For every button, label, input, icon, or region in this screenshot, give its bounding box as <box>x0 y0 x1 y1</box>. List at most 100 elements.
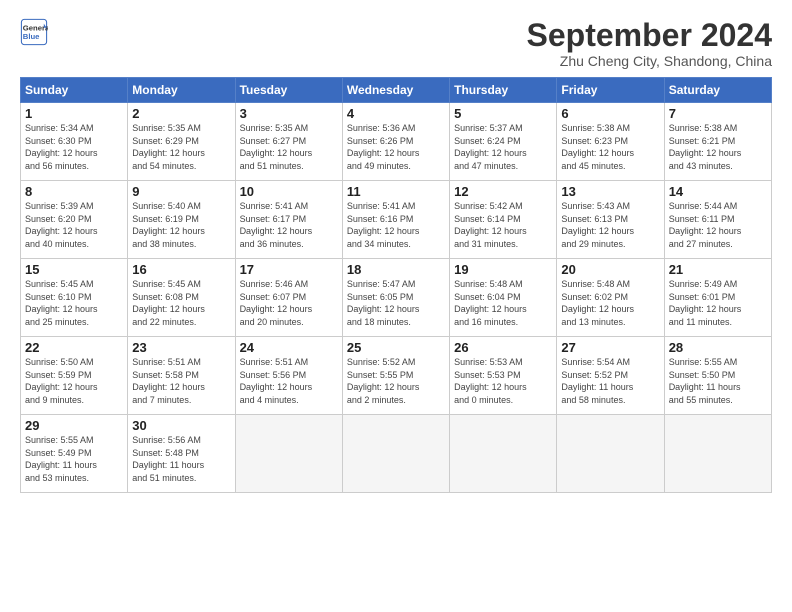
calendar-day: 26Sunrise: 5:53 AM Sunset: 5:53 PM Dayli… <box>450 337 557 415</box>
calendar-day: 30Sunrise: 5:56 AM Sunset: 5:48 PM Dayli… <box>128 415 235 493</box>
calendar-day: 12Sunrise: 5:42 AM Sunset: 6:14 PM Dayli… <box>450 181 557 259</box>
day-info: Sunrise: 5:47 AM Sunset: 6:05 PM Dayligh… <box>347 278 445 328</box>
day-info: Sunrise: 5:38 AM Sunset: 6:21 PM Dayligh… <box>669 122 767 172</box>
calendar-day <box>664 415 771 493</box>
calendar-day: 23Sunrise: 5:51 AM Sunset: 5:58 PM Dayli… <box>128 337 235 415</box>
weekday-header-friday: Friday <box>557 78 664 103</box>
calendar-week-1: 1Sunrise: 5:34 AM Sunset: 6:30 PM Daylig… <box>21 103 772 181</box>
day-number: 1 <box>25 106 123 121</box>
calendar-day: 3Sunrise: 5:35 AM Sunset: 6:27 PM Daylig… <box>235 103 342 181</box>
calendar-day: 29Sunrise: 5:55 AM Sunset: 5:49 PM Dayli… <box>21 415 128 493</box>
day-info: Sunrise: 5:51 AM Sunset: 5:56 PM Dayligh… <box>240 356 338 406</box>
day-number: 3 <box>240 106 338 121</box>
calendar-day: 14Sunrise: 5:44 AM Sunset: 6:11 PM Dayli… <box>664 181 771 259</box>
day-number: 15 <box>25 262 123 277</box>
calendar-day: 10Sunrise: 5:41 AM Sunset: 6:17 PM Dayli… <box>235 181 342 259</box>
calendar-day: 19Sunrise: 5:48 AM Sunset: 6:04 PM Dayli… <box>450 259 557 337</box>
day-info: Sunrise: 5:49 AM Sunset: 6:01 PM Dayligh… <box>669 278 767 328</box>
weekday-header-thursday: Thursday <box>450 78 557 103</box>
weekday-header-saturday: Saturday <box>664 78 771 103</box>
day-number: 25 <box>347 340 445 355</box>
calendar-week-4: 22Sunrise: 5:50 AM Sunset: 5:59 PM Dayli… <box>21 337 772 415</box>
day-info: Sunrise: 5:54 AM Sunset: 5:52 PM Dayligh… <box>561 356 659 406</box>
day-info: Sunrise: 5:55 AM Sunset: 5:49 PM Dayligh… <box>25 434 123 484</box>
day-number: 29 <box>25 418 123 433</box>
day-info: Sunrise: 5:45 AM Sunset: 6:08 PM Dayligh… <box>132 278 230 328</box>
weekday-header-tuesday: Tuesday <box>235 78 342 103</box>
month-title: September 2024 <box>527 18 772 53</box>
day-number: 18 <box>347 262 445 277</box>
calendar-day: 24Sunrise: 5:51 AM Sunset: 5:56 PM Dayli… <box>235 337 342 415</box>
day-info: Sunrise: 5:36 AM Sunset: 6:26 PM Dayligh… <box>347 122 445 172</box>
day-number: 17 <box>240 262 338 277</box>
day-number: 5 <box>454 106 552 121</box>
day-number: 30 <box>132 418 230 433</box>
calendar-day <box>450 415 557 493</box>
day-number: 16 <box>132 262 230 277</box>
calendar-day: 13Sunrise: 5:43 AM Sunset: 6:13 PM Dayli… <box>557 181 664 259</box>
calendar-day <box>557 415 664 493</box>
day-number: 2 <box>132 106 230 121</box>
day-info: Sunrise: 5:35 AM Sunset: 6:27 PM Dayligh… <box>240 122 338 172</box>
day-info: Sunrise: 5:46 AM Sunset: 6:07 PM Dayligh… <box>240 278 338 328</box>
page: General Blue General Blue September 2024… <box>0 0 792 612</box>
day-number: 6 <box>561 106 659 121</box>
day-info: Sunrise: 5:43 AM Sunset: 6:13 PM Dayligh… <box>561 200 659 250</box>
calendar-day: 17Sunrise: 5:46 AM Sunset: 6:07 PM Dayli… <box>235 259 342 337</box>
logo-icon: General Blue <box>20 18 48 46</box>
day-info: Sunrise: 5:56 AM Sunset: 5:48 PM Dayligh… <box>132 434 230 484</box>
calendar-day: 9Sunrise: 5:40 AM Sunset: 6:19 PM Daylig… <box>128 181 235 259</box>
day-number: 24 <box>240 340 338 355</box>
day-number: 21 <box>669 262 767 277</box>
weekday-header-monday: Monday <box>128 78 235 103</box>
day-info: Sunrise: 5:55 AM Sunset: 5:50 PM Dayligh… <box>669 356 767 406</box>
day-info: Sunrise: 5:41 AM Sunset: 6:16 PM Dayligh… <box>347 200 445 250</box>
day-number: 13 <box>561 184 659 199</box>
calendar-day: 15Sunrise: 5:45 AM Sunset: 6:10 PM Dayli… <box>21 259 128 337</box>
calendar-day: 21Sunrise: 5:49 AM Sunset: 6:01 PM Dayli… <box>664 259 771 337</box>
day-number: 11 <box>347 184 445 199</box>
day-number: 28 <box>669 340 767 355</box>
calendar-day: 22Sunrise: 5:50 AM Sunset: 5:59 PM Dayli… <box>21 337 128 415</box>
calendar-day: 28Sunrise: 5:55 AM Sunset: 5:50 PM Dayli… <box>664 337 771 415</box>
calendar-table: SundayMondayTuesdayWednesdayThursdayFrid… <box>20 77 772 493</box>
weekday-header-row: SundayMondayTuesdayWednesdayThursdayFrid… <box>21 78 772 103</box>
day-number: 7 <box>669 106 767 121</box>
day-number: 27 <box>561 340 659 355</box>
calendar-day: 1Sunrise: 5:34 AM Sunset: 6:30 PM Daylig… <box>21 103 128 181</box>
day-info: Sunrise: 5:48 AM Sunset: 6:02 PM Dayligh… <box>561 278 659 328</box>
day-number: 10 <box>240 184 338 199</box>
day-info: Sunrise: 5:38 AM Sunset: 6:23 PM Dayligh… <box>561 122 659 172</box>
day-info: Sunrise: 5:52 AM Sunset: 5:55 PM Dayligh… <box>347 356 445 406</box>
day-number: 8 <box>25 184 123 199</box>
day-number: 22 <box>25 340 123 355</box>
day-number: 14 <box>669 184 767 199</box>
day-info: Sunrise: 5:44 AM Sunset: 6:11 PM Dayligh… <box>669 200 767 250</box>
calendar-day: 18Sunrise: 5:47 AM Sunset: 6:05 PM Dayli… <box>342 259 449 337</box>
calendar-day: 5Sunrise: 5:37 AM Sunset: 6:24 PM Daylig… <box>450 103 557 181</box>
calendar-day: 27Sunrise: 5:54 AM Sunset: 5:52 PM Dayli… <box>557 337 664 415</box>
day-number: 26 <box>454 340 552 355</box>
day-number: 23 <box>132 340 230 355</box>
day-info: Sunrise: 5:45 AM Sunset: 6:10 PM Dayligh… <box>25 278 123 328</box>
calendar-day: 2Sunrise: 5:35 AM Sunset: 6:29 PM Daylig… <box>128 103 235 181</box>
day-number: 4 <box>347 106 445 121</box>
calendar-day: 11Sunrise: 5:41 AM Sunset: 6:16 PM Dayli… <box>342 181 449 259</box>
day-info: Sunrise: 5:37 AM Sunset: 6:24 PM Dayligh… <box>454 122 552 172</box>
logo: General Blue General Blue <box>20 18 48 46</box>
day-number: 12 <box>454 184 552 199</box>
calendar-week-2: 8Sunrise: 5:39 AM Sunset: 6:20 PM Daylig… <box>21 181 772 259</box>
day-info: Sunrise: 5:40 AM Sunset: 6:19 PM Dayligh… <box>132 200 230 250</box>
location-subtitle: Zhu Cheng City, Shandong, China <box>527 53 772 69</box>
calendar-day: 6Sunrise: 5:38 AM Sunset: 6:23 PM Daylig… <box>557 103 664 181</box>
calendar-week-5: 29Sunrise: 5:55 AM Sunset: 5:49 PM Dayli… <box>21 415 772 493</box>
day-info: Sunrise: 5:51 AM Sunset: 5:58 PM Dayligh… <box>132 356 230 406</box>
calendar-day: 25Sunrise: 5:52 AM Sunset: 5:55 PM Dayli… <box>342 337 449 415</box>
day-info: Sunrise: 5:53 AM Sunset: 5:53 PM Dayligh… <box>454 356 552 406</box>
day-info: Sunrise: 5:41 AM Sunset: 6:17 PM Dayligh… <box>240 200 338 250</box>
calendar-day <box>235 415 342 493</box>
calendar-day: 20Sunrise: 5:48 AM Sunset: 6:02 PM Dayli… <box>557 259 664 337</box>
title-block: September 2024 Zhu Cheng City, Shandong,… <box>527 18 772 69</box>
day-info: Sunrise: 5:39 AM Sunset: 6:20 PM Dayligh… <box>25 200 123 250</box>
calendar-day: 8Sunrise: 5:39 AM Sunset: 6:20 PM Daylig… <box>21 181 128 259</box>
